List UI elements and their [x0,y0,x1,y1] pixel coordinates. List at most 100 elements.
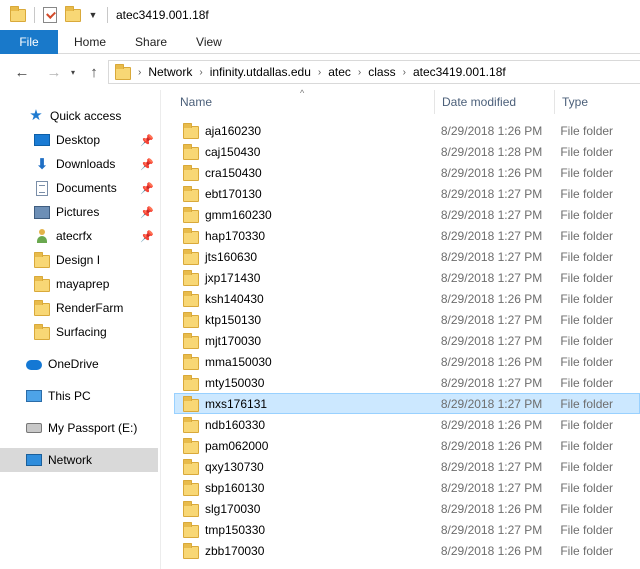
breadcrumb-current-folder[interactable]: atec3419.001.18f [413,65,506,79]
sidebar-item-desktop[interactable]: Desktop 📌 [0,128,158,152]
properties-icon[interactable] [43,7,57,23]
file-row[interactable]: mxs176131 8/29/2018 1:27 PM File folder [174,393,640,414]
file-name: tmp150330 [205,522,266,537]
folder-icon [183,353,199,370]
folder-icon [183,500,199,517]
new-folder-icon[interactable] [65,5,81,22]
file-type: File folder [560,543,614,558]
recent-locations-chevron-icon[interactable]: ▾ [66,60,80,84]
file-row[interactable]: cra150430 8/29/2018 1:26 PM File folder [174,162,640,183]
breadcrumb-class[interactable]: class [368,65,395,79]
file-row[interactable]: ebt170130 8/29/2018 1:27 PM File folder [174,183,640,204]
file-row[interactable]: sbp160130 8/29/2018 1:27 PM File folder [174,477,640,498]
file-type: File folder [560,417,614,432]
navigation-pane: ★ Quick access Desktop 📌 ⬇ Downloads 📌 D… [0,90,161,569]
file-name: caj150430 [205,144,261,159]
window-title: atec3419.001.18f [116,8,209,22]
tab-file[interactable]: File [0,30,58,54]
breadcrumb-atec[interactable]: atec [328,65,351,79]
customize-toolbar-dropdown-icon[interactable]: ▼ [87,7,99,23]
breadcrumb-host[interactable]: infinity.utdallas.edu [210,65,311,79]
file-row[interactable]: mma150030 8/29/2018 1:26 PM File folder [174,351,640,372]
file-name: mty150030 [205,375,265,390]
file-type: File folder [560,459,614,474]
file-row[interactable]: tmp150330 8/29/2018 1:27 PM File folder [174,519,640,540]
folder-icon [183,206,199,223]
sidebar-item-label: mayaprep [56,277,110,291]
sidebar-item-mayaprep[interactable]: mayaprep [0,272,158,296]
sidebar-item-quick-access[interactable]: ★ Quick access [0,104,158,128]
tab-view[interactable]: View [182,30,237,54]
quick-access-toolbar: ▼ [0,0,99,30]
sidebar-item-documents[interactable]: Documents 📌 [0,176,158,200]
file-row[interactable]: jxp171430 8/29/2018 1:27 PM File folder [174,267,640,288]
file-row[interactable]: gmm160230 8/29/2018 1:27 PM File folder [174,204,640,225]
file-type: File folder [560,312,614,327]
file-row[interactable]: ksh140430 8/29/2018 1:26 PM File folder [174,288,640,309]
file-name: sbp160130 [205,480,265,495]
folder-icon [183,521,199,538]
column-header-name[interactable]: Name [162,90,435,114]
file-name: gmm160230 [205,207,272,222]
chevron-right-icon[interactable]: › [403,67,406,78]
file-row[interactable]: qxy130730 8/29/2018 1:27 PM File folder [174,456,640,477]
breadcrumb-network[interactable]: Network [148,65,192,79]
sidebar-item-surfacing[interactable]: Surfacing [0,320,158,344]
sidebar-item-downloads[interactable]: ⬇ Downloads 📌 [0,152,158,176]
file-date-modified: 8/29/2018 1:27 PM [440,207,543,222]
file-row[interactable]: mty150030 8/29/2018 1:27 PM File folder [174,372,640,393]
file-type: File folder [560,501,614,516]
sidebar-item-label: My Passport (E:) [48,421,138,435]
folder-icon [183,395,199,412]
file-row[interactable]: aja160230 8/29/2018 1:26 PM File folder [174,120,640,141]
file-row[interactable]: pam062000 8/29/2018 1:26 PM File folder [174,435,640,456]
sidebar-item-network[interactable]: Network [0,448,158,472]
file-row[interactable]: caj150430 8/29/2018 1:28 PM File folder [174,141,640,162]
sidebar-item-this-pc[interactable]: This PC [0,384,158,408]
file-date-modified: 8/29/2018 1:26 PM [440,543,543,558]
chevron-right-icon[interactable]: › [199,67,202,78]
file-row[interactable]: jts160630 8/29/2018 1:27 PM File folder [174,246,640,267]
sidebar-item-renderfarm[interactable]: RenderFarm [0,296,158,320]
column-header-type[interactable]: Type [555,90,640,114]
column-header-date-modified[interactable]: Date modified [435,90,555,114]
sidebar-item-label: atecrfx [56,229,93,243]
sidebar-item-onedrive[interactable]: OneDrive [0,352,158,376]
file-row[interactable]: mjt170030 8/29/2018 1:27 PM File folder [174,330,640,351]
file-row[interactable]: zbb170030 8/29/2018 1:26 PM File folder [174,540,640,561]
tab-share[interactable]: Share [121,30,182,54]
file-row[interactable]: slg170030 8/29/2018 1:26 PM File folder [174,498,640,519]
back-arrow-icon[interactable]: ← [10,60,34,84]
sidebar-item-atecrfx[interactable]: atecrfx 📌 [0,224,158,248]
pin-icon[interactable]: 📌 [140,206,154,219]
file-row[interactable]: hap170330 8/29/2018 1:27 PM File folder [174,225,640,246]
up-arrow-icon[interactable]: ↑ [82,60,106,84]
file-name: pam062000 [205,438,269,453]
tab-home[interactable]: Home [58,30,121,54]
folder-icon [183,416,199,433]
file-date-modified: 8/29/2018 1:27 PM [440,480,543,495]
sidebar-item-my-passport[interactable]: My Passport (E:) [0,416,158,440]
chevron-right-icon[interactable]: › [358,67,361,78]
file-name: jts160630 [205,249,258,264]
sidebar-item-pictures[interactable]: Pictures 📌 [0,200,158,224]
chevron-right-icon[interactable]: › [318,67,321,78]
chevron-right-icon[interactable]: › [138,67,141,78]
address-bar[interactable]: › Network › infinity.utdallas.edu › atec… [108,60,640,84]
file-date-modified: 8/29/2018 1:26 PM [440,501,543,516]
network-icon [26,454,42,466]
folder-icon [34,300,50,316]
sidebar-item-design-i[interactable]: Design I [0,248,158,272]
pin-icon[interactable]: 📌 [140,134,154,147]
pin-icon[interactable]: 📌 [140,230,154,243]
file-name-cell: ksh140430 [175,290,441,307]
file-list-view: ^ Name Date modified Type aja160230 8/29/… [162,88,640,569]
file-type: File folder [560,375,614,390]
folder-icon [183,122,199,139]
pin-icon[interactable]: 📌 [140,182,154,195]
forward-arrow-icon[interactable]: → [42,60,66,84]
file-row[interactable]: ndb160330 8/29/2018 1:26 PM File folder [174,414,640,435]
sidebar-item-label: Design I [56,253,101,267]
file-row[interactable]: ktp150130 8/29/2018 1:27 PM File folder [174,309,640,330]
pin-icon[interactable]: 📌 [140,158,154,171]
